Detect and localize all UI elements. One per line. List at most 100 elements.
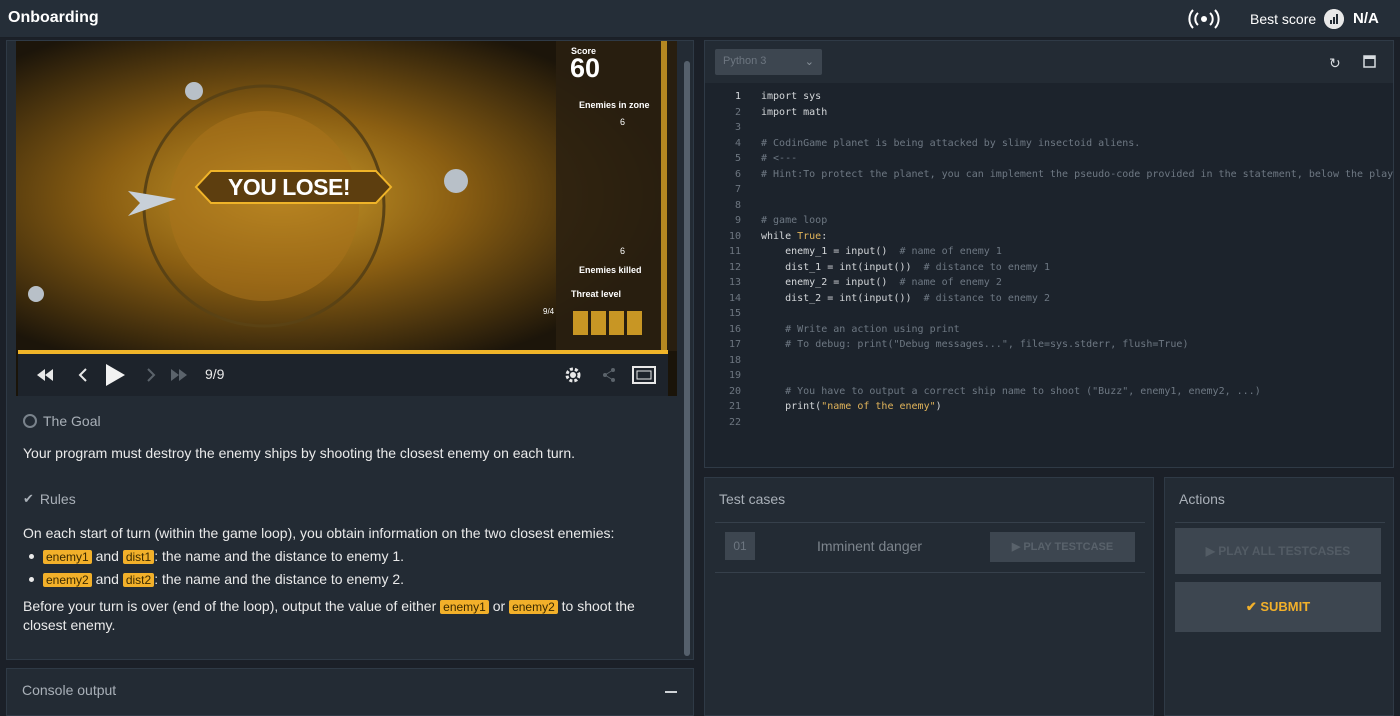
- language-value: Python 3: [723, 55, 767, 67]
- settings-gear-icon[interactable]: [562, 354, 584, 396]
- code-line[interactable]: 12 dist_1 = int(input()) # distance to e…: [705, 260, 1393, 276]
- game-viewer[interactable]: YOU LOSE! Score 60 Enemies in zone 6 6 E…: [16, 41, 677, 396]
- code-text: dist_1 = int(input()) # distance to enem…: [761, 261, 1050, 273]
- code-line[interactable]: 6 # Hint:To protect the planet, you can i…: [705, 167, 1393, 183]
- code-editor-panel: Python 3 ⌄ ↻ 1 import sys 2 import math 3 4 # …: [704, 40, 1394, 468]
- outro-text: closest enemy.: [23, 617, 116, 633]
- line-number: 20: [728, 385, 741, 397]
- line-number: 13: [728, 277, 741, 288]
- code-line[interactable]: 11 enemy_1 = input() # name of enemy 1: [705, 244, 1393, 260]
- play-testcase-button[interactable]: ▶ PLAY TESTCASE: [990, 532, 1135, 562]
- code-line[interactable]: 1 import sys: [705, 89, 1393, 105]
- code-text: # You have to output a correct ship name…: [785, 385, 1261, 397]
- list-item: enemy1 and dist1: the name and the dista…: [23, 547, 404, 566]
- enemies-in-zone-value: 6: [620, 117, 626, 127]
- code-line[interactable]: 16 # Write an action using print: [705, 322, 1393, 338]
- code-text: enemy_2 = input() # name of enemy 2: [761, 277, 1002, 288]
- test-case-name: Imminent danger: [817, 538, 923, 554]
- app-title: Onboarding: [8, 9, 99, 26]
- enemies-killed-value: 6: [620, 246, 626, 256]
- chevron-down-icon: ⌄: [804, 56, 814, 68]
- code-text: # Write an action using print: [785, 323, 960, 335]
- player-controls: 9/9: [18, 354, 668, 396]
- code-line[interactable]: 19: [705, 368, 1393, 384]
- lose-banner: YOU LOSE!: [228, 174, 351, 200]
- editor-toolbar: Python 3 ⌄ ↻: [705, 41, 1393, 83]
- code-line[interactable]: 21 print("name of the enemy"): [705, 399, 1393, 415]
- line-number: 12: [728, 261, 741, 273]
- score-value: 60: [570, 53, 601, 83]
- code-text: # CodinGame planet is being attacked by …: [761, 137, 1141, 149]
- fast-forward-icon[interactable]: [168, 354, 190, 396]
- step-forward-icon[interactable]: [142, 354, 160, 396]
- minimize-icon[interactable]: [665, 691, 677, 693]
- test-case-index: 01: [725, 532, 755, 560]
- code-line[interactable]: 10 while True:: [705, 229, 1393, 245]
- code-text: # Hint:To protect the planet, you can im…: [761, 168, 1393, 180]
- play-all-label: PLAY ALL TESTCASES: [1218, 544, 1351, 558]
- test-case-row[interactable]: 01 Imminent danger ▶ PLAY TESTCASE: [715, 527, 1145, 573]
- best-score-label: Best score: [1250, 11, 1317, 27]
- line-number: 11: [728, 246, 741, 257]
- code-text: # To debug: print("Debug messages...", f…: [785, 339, 1189, 350]
- code-text: # <---: [761, 153, 798, 164]
- list-text: : the name and the distance to enemy 2.: [154, 571, 405, 587]
- rules-title: Rules: [39, 491, 76, 507]
- variable-tag: enemy2: [43, 573, 92, 587]
- code-line[interactable]: 7: [705, 182, 1393, 198]
- line-number: 16: [728, 323, 741, 335]
- variable-tag: enemy1: [43, 550, 92, 564]
- play-icon[interactable]: [102, 354, 128, 396]
- submit-button[interactable]: ✔ SUBMIT: [1175, 582, 1381, 632]
- fullscreen-icon[interactable]: [630, 354, 658, 396]
- goal-target-icon: [23, 414, 37, 428]
- list-connector: and: [95, 548, 119, 564]
- code-line[interactable]: 14 dist_2 = int(input()) # distance to e…: [705, 291, 1393, 307]
- scrollbar-thumb[interactable]: [684, 61, 690, 656]
- outro-text: to shoot the: [561, 598, 635, 614]
- statement-scrollbar[interactable]: [684, 61, 690, 656]
- divider: [715, 522, 1145, 523]
- code-line[interactable]: 15: [705, 306, 1393, 322]
- code-text: print("name of the enemy"): [761, 401, 942, 412]
- top-bar: Onboarding Best score N/A: [0, 0, 1400, 38]
- line-number: 8: [734, 199, 741, 211]
- code-line[interactable]: 3: [705, 120, 1393, 136]
- code-text: while True:: [761, 230, 828, 242]
- goal-title: The Goal: [43, 413, 101, 429]
- line-number: 4: [734, 137, 741, 149]
- code-line[interactable]: 17 # To debug: print("Debug messages..."…: [705, 337, 1393, 353]
- line-number: 1: [734, 91, 741, 102]
- submit-label: SUBMIT: [1260, 599, 1311, 614]
- outro-text: Before your turn is over (end of the loo…: [23, 598, 437, 614]
- code-line[interactable]: 8: [705, 198, 1393, 214]
- code-line[interactable]: 4 # CodinGame planet is being attacked by…: [705, 136, 1393, 152]
- rules-heading: ✔ Rules: [23, 491, 76, 507]
- threat-level-label: Threat level: [571, 289, 622, 299]
- rewind-icon[interactable]: [34, 354, 56, 396]
- actions-panel: Actions ▶ PLAY ALL TESTCASES ✔ SUBMIT: [1164, 477, 1394, 716]
- step-back-icon[interactable]: [74, 354, 92, 396]
- list-connector: and: [95, 571, 119, 587]
- line-number: 15: [728, 308, 741, 319]
- code-line[interactable]: 5 # <---: [705, 151, 1393, 167]
- code-line[interactable]: 22: [705, 415, 1393, 431]
- play-all-testcases-button[interactable]: ▶ PLAY ALL TESTCASES: [1175, 528, 1381, 574]
- line-number: 18: [728, 354, 741, 366]
- broadcast-icon[interactable]: [1187, 8, 1221, 30]
- test-cases-title: Test cases: [719, 491, 786, 507]
- code-line[interactable]: 20 # You have to output a correct ship n…: [705, 384, 1393, 400]
- list-text: : the name and the distance to enemy 1.: [154, 548, 405, 564]
- goal-text: Your program must destroy the enemy ship…: [23, 445, 576, 461]
- play-icon: ▶: [1205, 544, 1219, 558]
- reset-code-icon[interactable]: ↻: [1329, 55, 1341, 72]
- language-select[interactable]: Python 3 ⌄: [715, 49, 822, 75]
- code-area[interactable]: 1 import sys 2 import math 3 4 # CodinGame pla…: [705, 83, 1393, 467]
- code-line[interactable]: 9 # game loop: [705, 213, 1393, 229]
- code-line[interactable]: 18: [705, 353, 1393, 369]
- expand-editor-icon[interactable]: [1363, 55, 1376, 71]
- code-line[interactable]: 13 enemy_2 = input() # name of enemy 2: [705, 275, 1393, 291]
- code-line[interactable]: 2 import math: [705, 105, 1393, 121]
- share-icon[interactable]: [598, 354, 620, 396]
- line-number: 19: [728, 370, 741, 381]
